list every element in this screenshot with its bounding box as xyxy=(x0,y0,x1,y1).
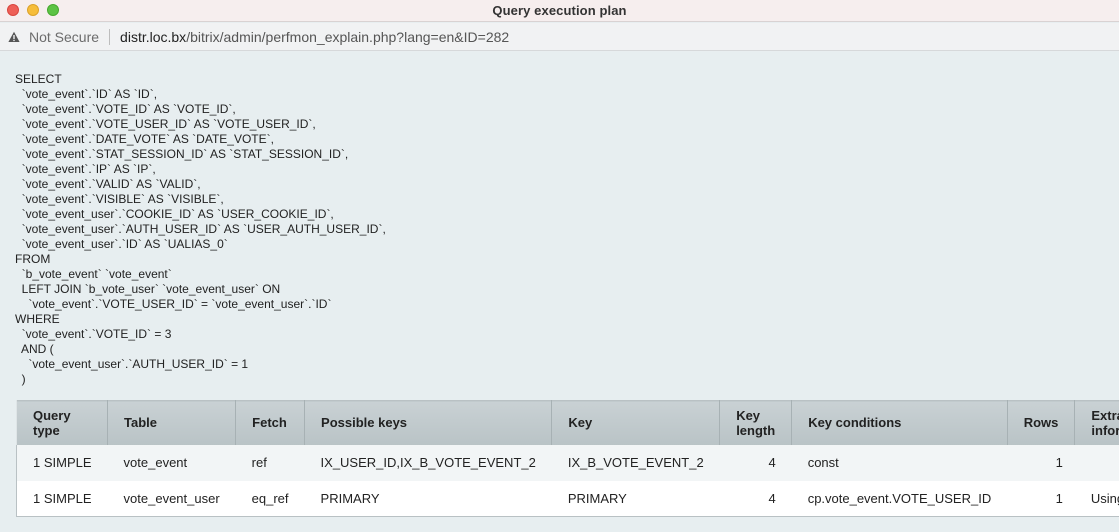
sql-line: `vote_event`.`VISIBLE` AS `VISIBLE`, xyxy=(15,192,224,206)
sql-line: FROM xyxy=(15,252,51,266)
window-title: Query execution plan xyxy=(492,3,627,18)
cell-key-length: 4 xyxy=(719,444,792,481)
cell-key-conditions: cp.vote_event.VOTE_USER_ID xyxy=(791,480,1008,517)
cell-rows: 1 xyxy=(1007,444,1075,481)
cell-key: PRIMARY xyxy=(551,480,720,517)
sql-line: LEFT JOIN `b_vote_user` `vote_event_user… xyxy=(15,282,281,296)
sql-line: `vote_event_user`.`AUTH_USER_ID` AS `USE… xyxy=(15,222,386,236)
cell-rows: 1 xyxy=(1007,480,1075,517)
url-path[interactable]: /bitrix/admin/perfmon_explain.php?lang=e… xyxy=(186,29,509,45)
security-status-label[interactable]: Not Secure xyxy=(29,29,99,45)
column-header-key-length: Key length xyxy=(719,400,793,445)
sql-line: `vote_event`.`VOTE_ID` = 3 xyxy=(15,327,172,341)
cell-table: vote_event xyxy=(107,444,236,481)
column-header-rows: Rows xyxy=(1006,400,1076,445)
sql-line: `vote_event`.`ID` AS `ID`, xyxy=(15,87,158,101)
cell-query-type: 1 SIMPLE xyxy=(16,444,108,481)
sql-line: AND ( xyxy=(15,342,54,356)
sql-line: `vote_event`.`VALID` AS `VALID`, xyxy=(15,177,201,191)
sql-line: SELECT xyxy=(15,72,62,86)
column-header-query-type: Query type xyxy=(15,400,109,445)
table-row: 1 SIMPLE vote_event ref IX_USER_ID,IX_B_… xyxy=(16,444,1119,481)
cell-fetch: ref xyxy=(235,444,305,481)
cell-query-type: 1 SIMPLE xyxy=(16,480,108,517)
cell-possible-keys: IX_USER_ID,IX_B_VOTE_EVENT_2 xyxy=(304,444,552,481)
table-header-row: Query type Table Fetch Possible keys Key … xyxy=(15,400,1119,445)
sql-line: `vote_event_user`.`AUTH_USER_ID` = 1 xyxy=(15,357,249,371)
sql-line: `vote_event`.`IP` AS `IP`, xyxy=(15,162,156,176)
column-header-fetch: Fetch xyxy=(235,400,306,445)
cell-key: IX_B_VOTE_EVENT_2 xyxy=(551,444,720,481)
cell-extra-information xyxy=(1074,444,1119,481)
sql-line: `vote_event`.`STAT_SESSION_ID` AS `STAT_… xyxy=(15,147,349,161)
cell-fetch: eq_ref xyxy=(235,480,305,517)
window-titlebar: Query execution plan xyxy=(0,0,1119,22)
column-header-key: Key xyxy=(551,400,721,445)
window-controls xyxy=(7,4,59,16)
address-bar[interactable]: Not Secure distr.loc.bx/bitrix/admin/per… xyxy=(0,23,1119,51)
sql-line: `vote_event_user`.`COOKIE_ID` AS `USER_C… xyxy=(15,207,334,221)
sql-line: `vote_event`.`DATE_VOTE` AS `DATE_VOTE`, xyxy=(15,132,274,146)
sql-query-text: SELECT `vote_event`.`ID` AS `ID`, `vote_… xyxy=(15,72,386,387)
close-window-button[interactable] xyxy=(7,4,19,16)
cell-key-conditions: const xyxy=(791,444,1008,481)
cell-possible-keys: PRIMARY xyxy=(304,480,552,517)
table-row: 1 SIMPLE vote_event_user eq_ref PRIMARY … xyxy=(16,480,1119,517)
sql-line: `vote_event`.`VOTE_USER_ID` AS `VOTE_USE… xyxy=(15,117,316,131)
execution-plan-table: Query type Table Fetch Possible keys Key … xyxy=(15,400,1119,517)
cell-table: vote_event_user xyxy=(107,480,236,517)
minimize-window-button[interactable] xyxy=(27,4,39,16)
sql-line: `vote_event_user`.`ID` AS `UALIAS_0` xyxy=(15,237,228,251)
page-content: SELECT `vote_event`.`ID` AS `ID`, `vote_… xyxy=(0,52,1119,532)
sql-line: ) xyxy=(15,372,26,386)
column-header-possible-keys: Possible keys xyxy=(304,400,553,445)
sql-line: `vote_event`.`VOTE_ID` AS `VOTE_ID`, xyxy=(15,102,236,116)
url-host[interactable]: distr.loc.bx xyxy=(120,29,186,45)
cell-key-length: 4 xyxy=(719,480,792,517)
maximize-window-button[interactable] xyxy=(47,4,59,16)
sql-line: `vote_event`.`VOTE_USER_ID` = `vote_even… xyxy=(15,297,332,311)
column-header-key-conditions: Key conditions xyxy=(791,400,1008,445)
warning-triangle-icon xyxy=(8,31,20,42)
cell-extra-information: Using where xyxy=(1074,480,1119,517)
column-header-table: Table xyxy=(107,400,237,445)
sql-line: WHERE xyxy=(15,312,60,326)
address-separator xyxy=(109,28,111,45)
column-header-extra-information: Extrainformation xyxy=(1074,400,1119,445)
sql-line: `b_vote_event` `vote_event` xyxy=(15,267,172,281)
